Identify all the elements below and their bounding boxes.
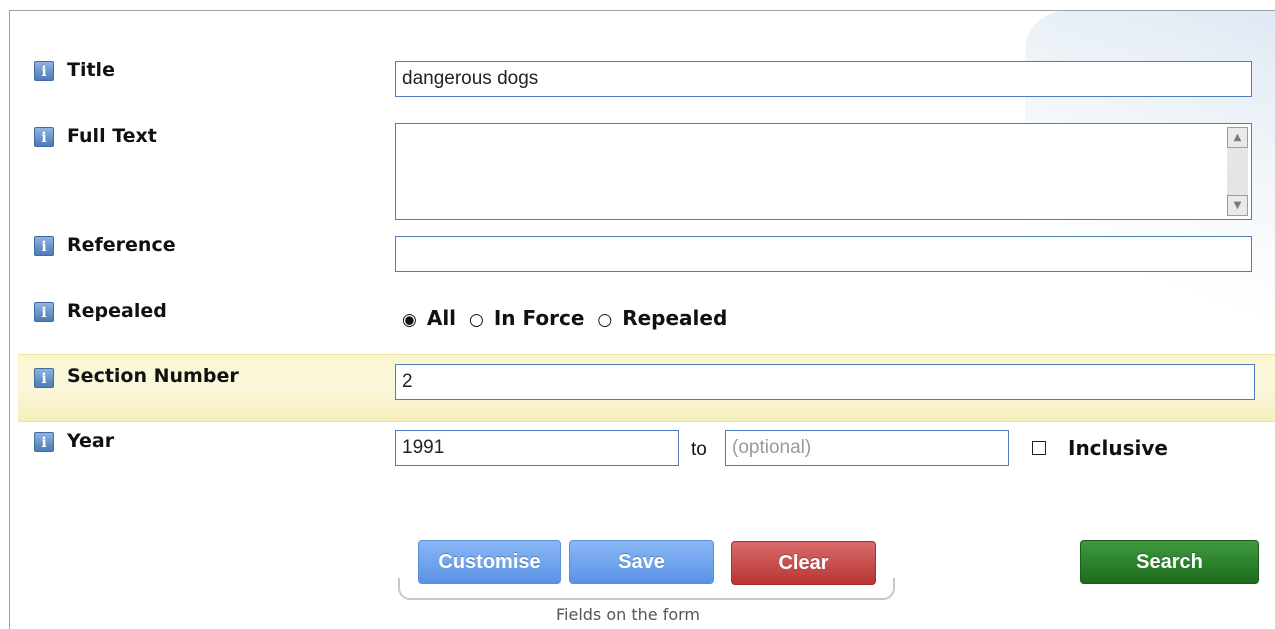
radio-unselected-icon[interactable]: ○ — [597, 310, 612, 330]
radio-repealed-label: Repealed — [622, 306, 728, 330]
title-label: Title — [67, 59, 115, 81]
radio-in-force[interactable]: ○ In Force — [469, 306, 584, 330]
year-label: Year — [67, 430, 115, 452]
year-to-input[interactable] — [725, 430, 1009, 466]
section-number-input[interactable] — [395, 364, 1255, 400]
full-text-textarea[interactable]: ▲ ▼ — [395, 123, 1252, 220]
year-from-input[interactable] — [395, 430, 679, 466]
title-input[interactable] — [395, 61, 1252, 97]
frame-left-border — [9, 10, 10, 629]
repealed-radio-group: ◉ All ○ In Force ○ Repealed — [402, 306, 733, 330]
radio-unselected-icon[interactable]: ○ — [469, 310, 484, 330]
inclusive-label: Inclusive — [1068, 436, 1168, 460]
section-number-info-icon[interactable]: i — [34, 368, 54, 388]
repealed-info-icon[interactable]: i — [34, 302, 54, 322]
reference-info-icon[interactable]: i — [34, 236, 54, 256]
search-button[interactable]: Search — [1080, 540, 1259, 584]
section-number-label: Section Number — [67, 365, 239, 387]
inclusive-checkbox[interactable] — [1032, 441, 1046, 455]
radio-all-label: All — [426, 306, 457, 330]
radio-repealed[interactable]: ○ Repealed — [597, 306, 727, 330]
full-text-info-icon[interactable]: i — [34, 127, 54, 147]
year-to-label: to — [691, 439, 707, 460]
radio-all[interactable]: ◉ All — [402, 306, 456, 330]
repealed-label: Repealed — [67, 300, 167, 322]
scroll-up-icon[interactable]: ▲ — [1227, 127, 1248, 148]
reference-input[interactable] — [395, 236, 1252, 272]
reference-label: Reference — [67, 234, 176, 256]
scroll-down-icon[interactable]: ▼ — [1227, 195, 1248, 216]
title-info-icon[interactable]: i — [34, 61, 54, 81]
full-text-scrollbar[interactable]: ▲ ▼ — [1227, 127, 1248, 216]
fields-group-bracket — [398, 578, 895, 600]
year-info-icon[interactable]: i — [34, 432, 54, 452]
fields-caption: Fields on the form — [556, 605, 701, 624]
radio-in-force-label: In Force — [493, 306, 585, 330]
full-text-label: Full Text — [67, 125, 157, 147]
radio-selected-icon[interactable]: ◉ — [402, 310, 417, 330]
